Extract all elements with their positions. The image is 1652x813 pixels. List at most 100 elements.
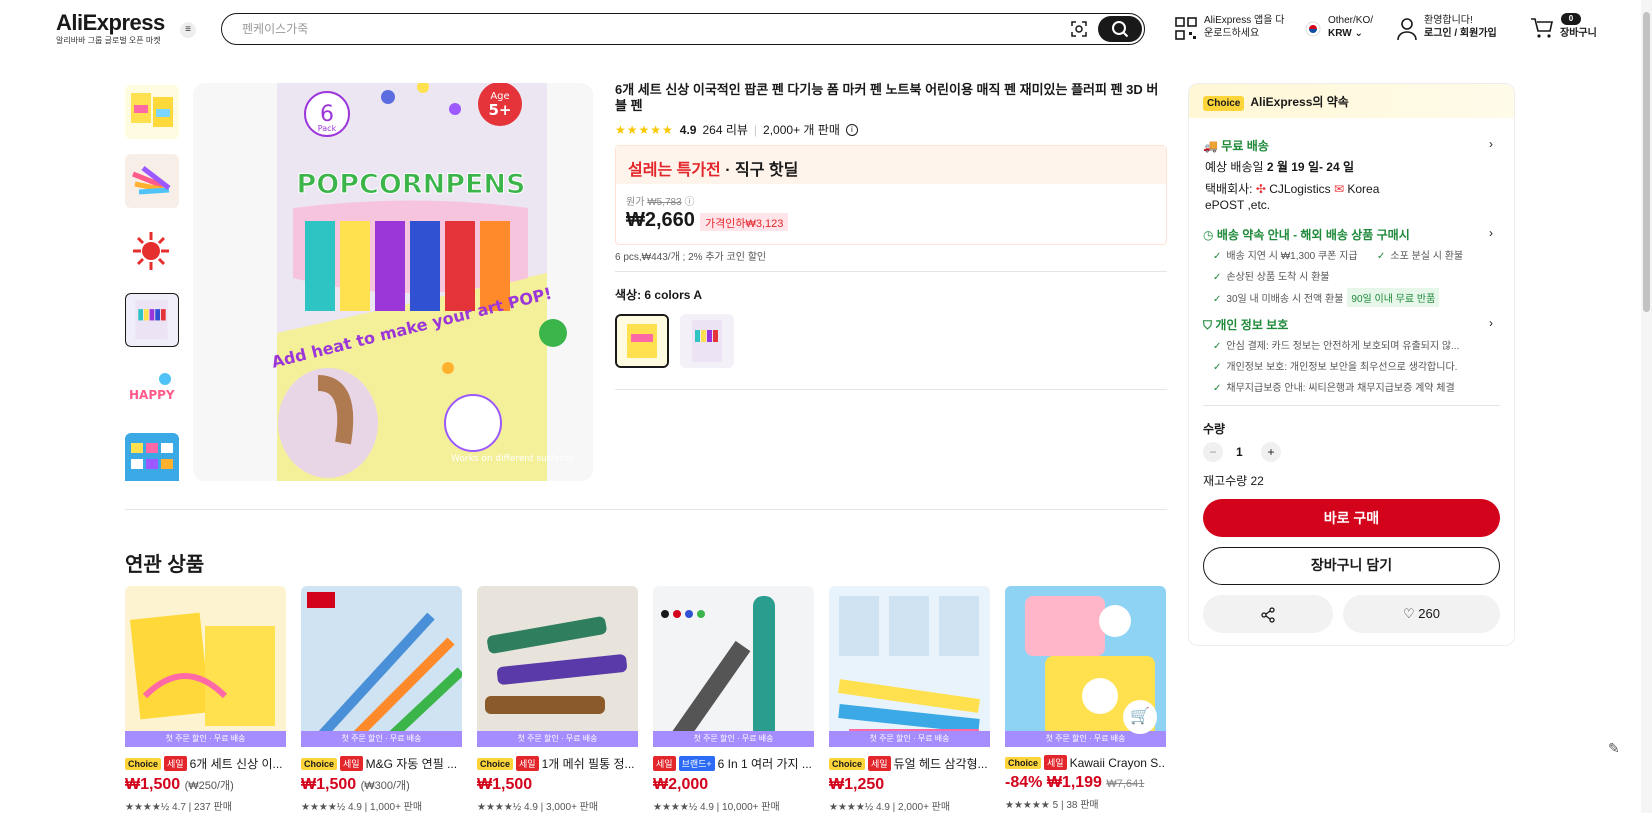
- thumbnail-6[interactable]: [125, 433, 179, 481]
- thumbnail-4[interactable]: [125, 293, 179, 347]
- check-icon: ✓: [1213, 362, 1222, 373]
- promise-coupon: 배송 지연 시 ₩1,300 쿠폰 지급: [1226, 251, 1358, 262]
- product-card[interactable]: 첫 주문 할인 · 무료 배송 Choice 세일 1개 메쉬 필통 정... ₩1…: [477, 586, 638, 813]
- image-search-icon[interactable]: [1069, 19, 1089, 39]
- user-icon[interactable]: [1396, 17, 1418, 41]
- rating-sold: 4.9 | 2,000+ 판매: [875, 802, 951, 813]
- product-image[interactable]: 첫 주문 할인 · 무료 배송: [829, 586, 990, 747]
- epost-logo-icon: ✉: [1333, 182, 1345, 196]
- share-button[interactable]: [1203, 595, 1333, 633]
- check-icon: ✓: [1213, 383, 1222, 394]
- product-card[interactable]: 첫 주문 할인 · 무료 배송 세일 브랜드+ 6 In 1 여러 가지 ... ₩…: [653, 586, 814, 813]
- rating-value: 4.9: [679, 122, 697, 137]
- wishlist-button[interactable]: ♡ 260: [1343, 595, 1500, 633]
- check-icon: ✓: [1213, 251, 1222, 262]
- color-option-b[interactable]: [680, 314, 734, 368]
- product-image[interactable]: 첫 주문 할인 · 무료 배송: [301, 586, 462, 747]
- section-divider: [125, 509, 1167, 510]
- delivery-date: 2 월 19 일- 24 일: [1266, 160, 1355, 174]
- login-register: 로그인 / 회원가입: [1424, 28, 1497, 39]
- divider: [1203, 405, 1500, 406]
- product-card[interactable]: 첫 주문 할인 · 무료 배송 Choice 세일 6개 세트 신상 이... ₩1…: [125, 586, 286, 813]
- search-button[interactable]: [1098, 16, 1142, 42]
- divider: [615, 389, 1167, 390]
- add-to-cart-button[interactable]: 장바구니 담기: [1203, 547, 1500, 585]
- aliexpress-logo[interactable]: AliExpress: [56, 10, 165, 36]
- color-option-a[interactable]: [615, 314, 669, 368]
- buy-now-button[interactable]: 바로 구매: [1203, 499, 1500, 537]
- choice-tag: Choice: [301, 757, 338, 770]
- age-number: 5+: [488, 101, 511, 119]
- menu-icon[interactable]: ≡: [180, 22, 196, 38]
- chevron-right-icon[interactable]: ›: [1489, 226, 1493, 240]
- app-line2: 운로드하세요: [1204, 28, 1260, 39]
- thumbnail-1[interactable]: [125, 85, 179, 139]
- product-meta: ★★★★½ 4.9 | 3,000+ 판매: [477, 798, 638, 813]
- chevron-right-icon[interactable]: ›: [1489, 137, 1493, 151]
- product-card[interactable]: 첫 주문 할인 · 무료 배송 🛒 Choice 세일 Kawaii Crayon …: [1005, 586, 1166, 811]
- product-name: 듀얼 헤드 삼각형...: [893, 757, 988, 771]
- orig-price-label: 원가: [626, 197, 645, 208]
- product-image[interactable]: 첫 주문 할인 · 무료 배송: [125, 586, 286, 747]
- star-rating-icon: ★★★★★: [1005, 800, 1050, 811]
- add-to-cart-icon[interactable]: 🛒: [1123, 700, 1157, 734]
- product-meta: ★★★★½ 4.9 | 10,000+ 판매: [653, 798, 814, 813]
- thumbnail-5[interactable]: HAPPY: [125, 363, 179, 417]
- svg-text:HAPPY: HAPPY: [129, 388, 175, 402]
- product-card[interactable]: 첫 주문 할인 · 무료 배송 Choice 세일 M&G 자동 연필 ... ₩1…: [301, 586, 462, 813]
- purchase-panel: Choice AliExpress의 약속 🚚 무료 배송 › 예상 배송일 2 …: [1188, 83, 1515, 646]
- shipping-promise-link[interactable]: ◷ 배송 약속 안내 - 해외 배송 상품 구매시: [1203, 226, 1410, 243]
- privacy-link[interactable]: ⛉ 개인 정보 보호: [1203, 316, 1288, 333]
- check-icon: ✓: [1213, 341, 1222, 352]
- choice-tag: Choice: [829, 757, 866, 770]
- quantity-value[interactable]: 1: [1236, 445, 1243, 459]
- login-link[interactable]: 환영합니다! 로그인 / 회원가입: [1424, 14, 1497, 40]
- rating-sold: 4.9 | 10,000+ 판매: [699, 802, 780, 813]
- search-input[interactable]: [242, 20, 1042, 38]
- product-card[interactable]: 첫 주문 할인 · 무료 배송 Choice 세일 듀얼 헤드 삼각형... ₩1,…: [829, 586, 990, 813]
- qr-code-icon[interactable]: [1175, 17, 1197, 41]
- price-value: ₩1,500: [301, 776, 357, 793]
- product-image[interactable]: 첫 주문 할인 · 무료 배송 🛒: [1005, 586, 1166, 747]
- app-line1: AliExpress 앱을 다: [1204, 15, 1285, 26]
- unit-price: (₩300/개): [360, 780, 410, 792]
- quantity-label: 수량: [1203, 422, 1226, 436]
- review-count[interactable]: 264 리뷰: [702, 121, 747, 138]
- thumbnail-2[interactable]: [125, 154, 179, 208]
- product-name: M&G 자동 연필 ...: [365, 757, 458, 771]
- promo-subtitle: · 직구 핫딜: [720, 162, 799, 179]
- like-count: 260: [1418, 606, 1440, 621]
- delivery-estimate: 예상 배송일 2 월 19 일- 24 일: [1205, 158, 1354, 175]
- region-selector[interactable]: Other/KO/ KRW ⌄: [1328, 14, 1373, 40]
- shield-icon: ⛉: [1203, 318, 1213, 332]
- chevron-right-icon[interactable]: ›: [1489, 316, 1493, 330]
- edit-icon[interactable]: ✎: [1608, 740, 1620, 757]
- search-icon: [1112, 21, 1129, 38]
- product-image[interactable]: 첫 주문 할인 · 무료 배송: [477, 586, 638, 747]
- info-icon[interactable]: ⓘ: [684, 197, 694, 208]
- share-icon: [1261, 606, 1275, 623]
- star-rating-icon: ★★★★★: [615, 122, 674, 137]
- quantity-increase-button[interactable]: +: [1261, 442, 1281, 462]
- sale-price: ₩2,660: [626, 209, 695, 231]
- app-download-link[interactable]: AliExpress 앱을 다 운로드하세요: [1204, 14, 1284, 40]
- quantity-decrease-button[interactable]: −: [1203, 442, 1223, 462]
- scrollbar-thumb[interactable]: [1643, 12, 1650, 312]
- thumbnail-3[interactable]: [125, 224, 179, 278]
- cart-label[interactable]: 장바구니: [1560, 27, 1597, 40]
- privacy-item: ✓ 채무지급보증 안내: 씨티은행과 채무지급보증 계약 체결: [1213, 379, 1455, 394]
- product-title: Choice 세일 듀얼 헤드 삼각형...: [829, 755, 990, 772]
- privacy-payment: 안심 결제: 카드 정보는 안전하게 보호되며 유출되지 않...: [1226, 341, 1460, 352]
- color-label: 색상: 6 colors A: [615, 288, 702, 302]
- free-shipping-label: 무료 배송: [1221, 139, 1269, 153]
- free-shipping-link[interactable]: 🚚 무료 배송: [1203, 137, 1269, 154]
- main-product-image[interactable]: 6 Pack Age 5+ POPCORNPENS Add heat to ma…: [193, 83, 593, 481]
- info-icon[interactable]: i: [845, 123, 858, 136]
- product-meta: ★★★★½ 4.9 | 1,000+ 판매: [301, 798, 462, 813]
- product-image[interactable]: 첫 주문 할인 · 무료 배송: [653, 586, 814, 747]
- related-products-title: 연관 상품: [125, 554, 205, 576]
- cart-icon[interactable]: [1530, 17, 1554, 39]
- cj-logo-icon: ✣: [1255, 182, 1266, 196]
- star-rating-icon: ★★★★½: [125, 802, 170, 813]
- truck-icon: 🚚: [1203, 139, 1218, 153]
